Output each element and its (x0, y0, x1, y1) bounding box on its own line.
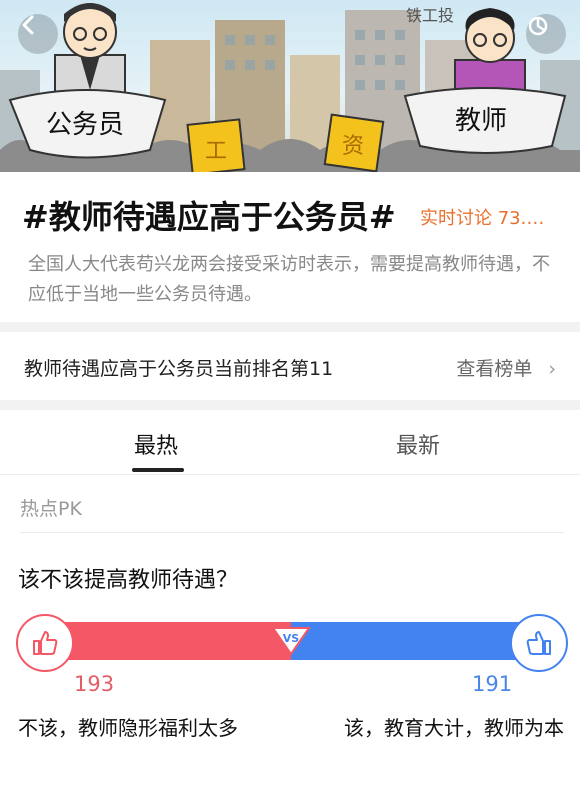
left-option-text[interactable]: 不该，教师隐形福利太多 (18, 710, 238, 746)
rank-row[interactable]: 教师待遇应高于公务员当前排名第11 查看榜单 › (0, 332, 580, 400)
pk-vote-bar: VS (40, 622, 540, 660)
right-vote-count: 191 (472, 672, 513, 696)
live-discussion-count[interactable]: 实时讨论 73.… (420, 204, 570, 230)
vote-left-button[interactable] (16, 614, 74, 672)
pk-bar-right (291, 622, 540, 660)
wage-sign-2: 资 (342, 134, 365, 159)
back-button[interactable] (18, 14, 58, 54)
vs-label: VS (283, 632, 300, 645)
right-option-text[interactable]: 该，教育大计，教师为本 (330, 710, 564, 746)
share-icon (528, 16, 548, 36)
share-button[interactable] (526, 14, 566, 54)
left-vote-count: 193 (74, 672, 115, 696)
tab-newest[interactable]: 最新 (396, 428, 440, 460)
topic-description: 全国人大代表苟兴龙两会接受采访时表示，需要提高教师待遇，不应低于当地一些公务员待… (28, 254, 550, 305)
tab-hottest[interactable]: 最热 (134, 428, 178, 460)
view-chart-link[interactable]: 查看榜单 › (456, 354, 556, 381)
thumbs-up-icon (33, 631, 58, 655)
vote-right-button[interactable] (510, 614, 568, 672)
sign-teacher: 教师 (455, 106, 508, 136)
pk-question: 该不该提高教师待遇？ (18, 568, 239, 593)
pk-section-label: 热点PK (20, 498, 82, 520)
chevron-right-icon: › (548, 358, 556, 380)
section-gap (0, 400, 580, 410)
sign-civil-servant: 公务员 (46, 110, 125, 140)
back-arrow-icon (22, 15, 34, 35)
vs-icon: VS (269, 616, 313, 660)
divider (20, 532, 564, 533)
rank-text: 教师待遇应高于公务员当前排名第11 (24, 358, 334, 380)
active-tab-indicator (132, 468, 184, 472)
feed-tabs: 最热 最新 (0, 410, 580, 475)
wage-sign-1: 工 (205, 139, 228, 164)
view-chart-label: 查看榜单 (456, 358, 533, 380)
thumbs-up-icon (526, 631, 551, 655)
banner-illustration (0, 3, 580, 172)
section-gap (0, 322, 580, 332)
building-sign-text: 铁工投 (406, 6, 455, 25)
topic-banner-image: 铁工投 公务员 教师 工 资 (0, 0, 580, 172)
topic-header: #教师待遇应高于公务员# 实时讨论 73.… 全国人大代表苟兴龙两会接受采访时表… (0, 172, 580, 322)
pk-bar-left (40, 622, 291, 660)
topic-title: #教师待遇应高于公务员# (22, 198, 396, 236)
